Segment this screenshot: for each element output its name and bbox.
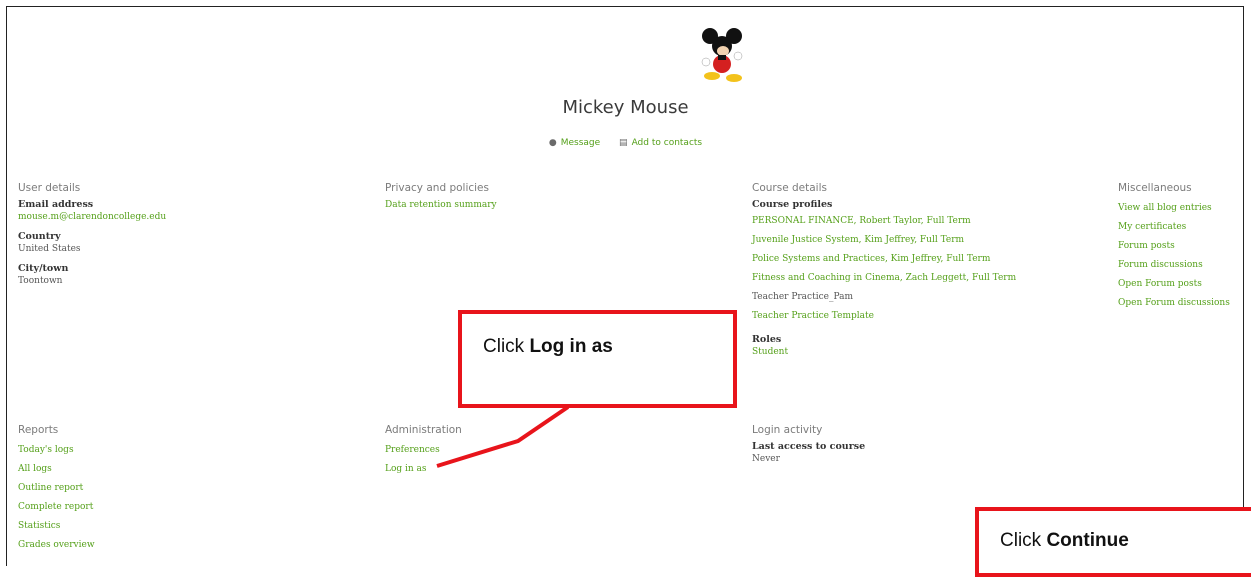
callout-bold-text: Log in as [529, 336, 613, 357]
callout-text: Click [1000, 530, 1047, 551]
callout-text: Click [483, 336, 530, 357]
callout-bold-text: Continue [1046, 530, 1129, 551]
login-as-callout: Click Log in as [458, 310, 737, 408]
continue-callout: Click Continue [975, 507, 1251, 577]
callout-pointer [436, 405, 570, 468]
